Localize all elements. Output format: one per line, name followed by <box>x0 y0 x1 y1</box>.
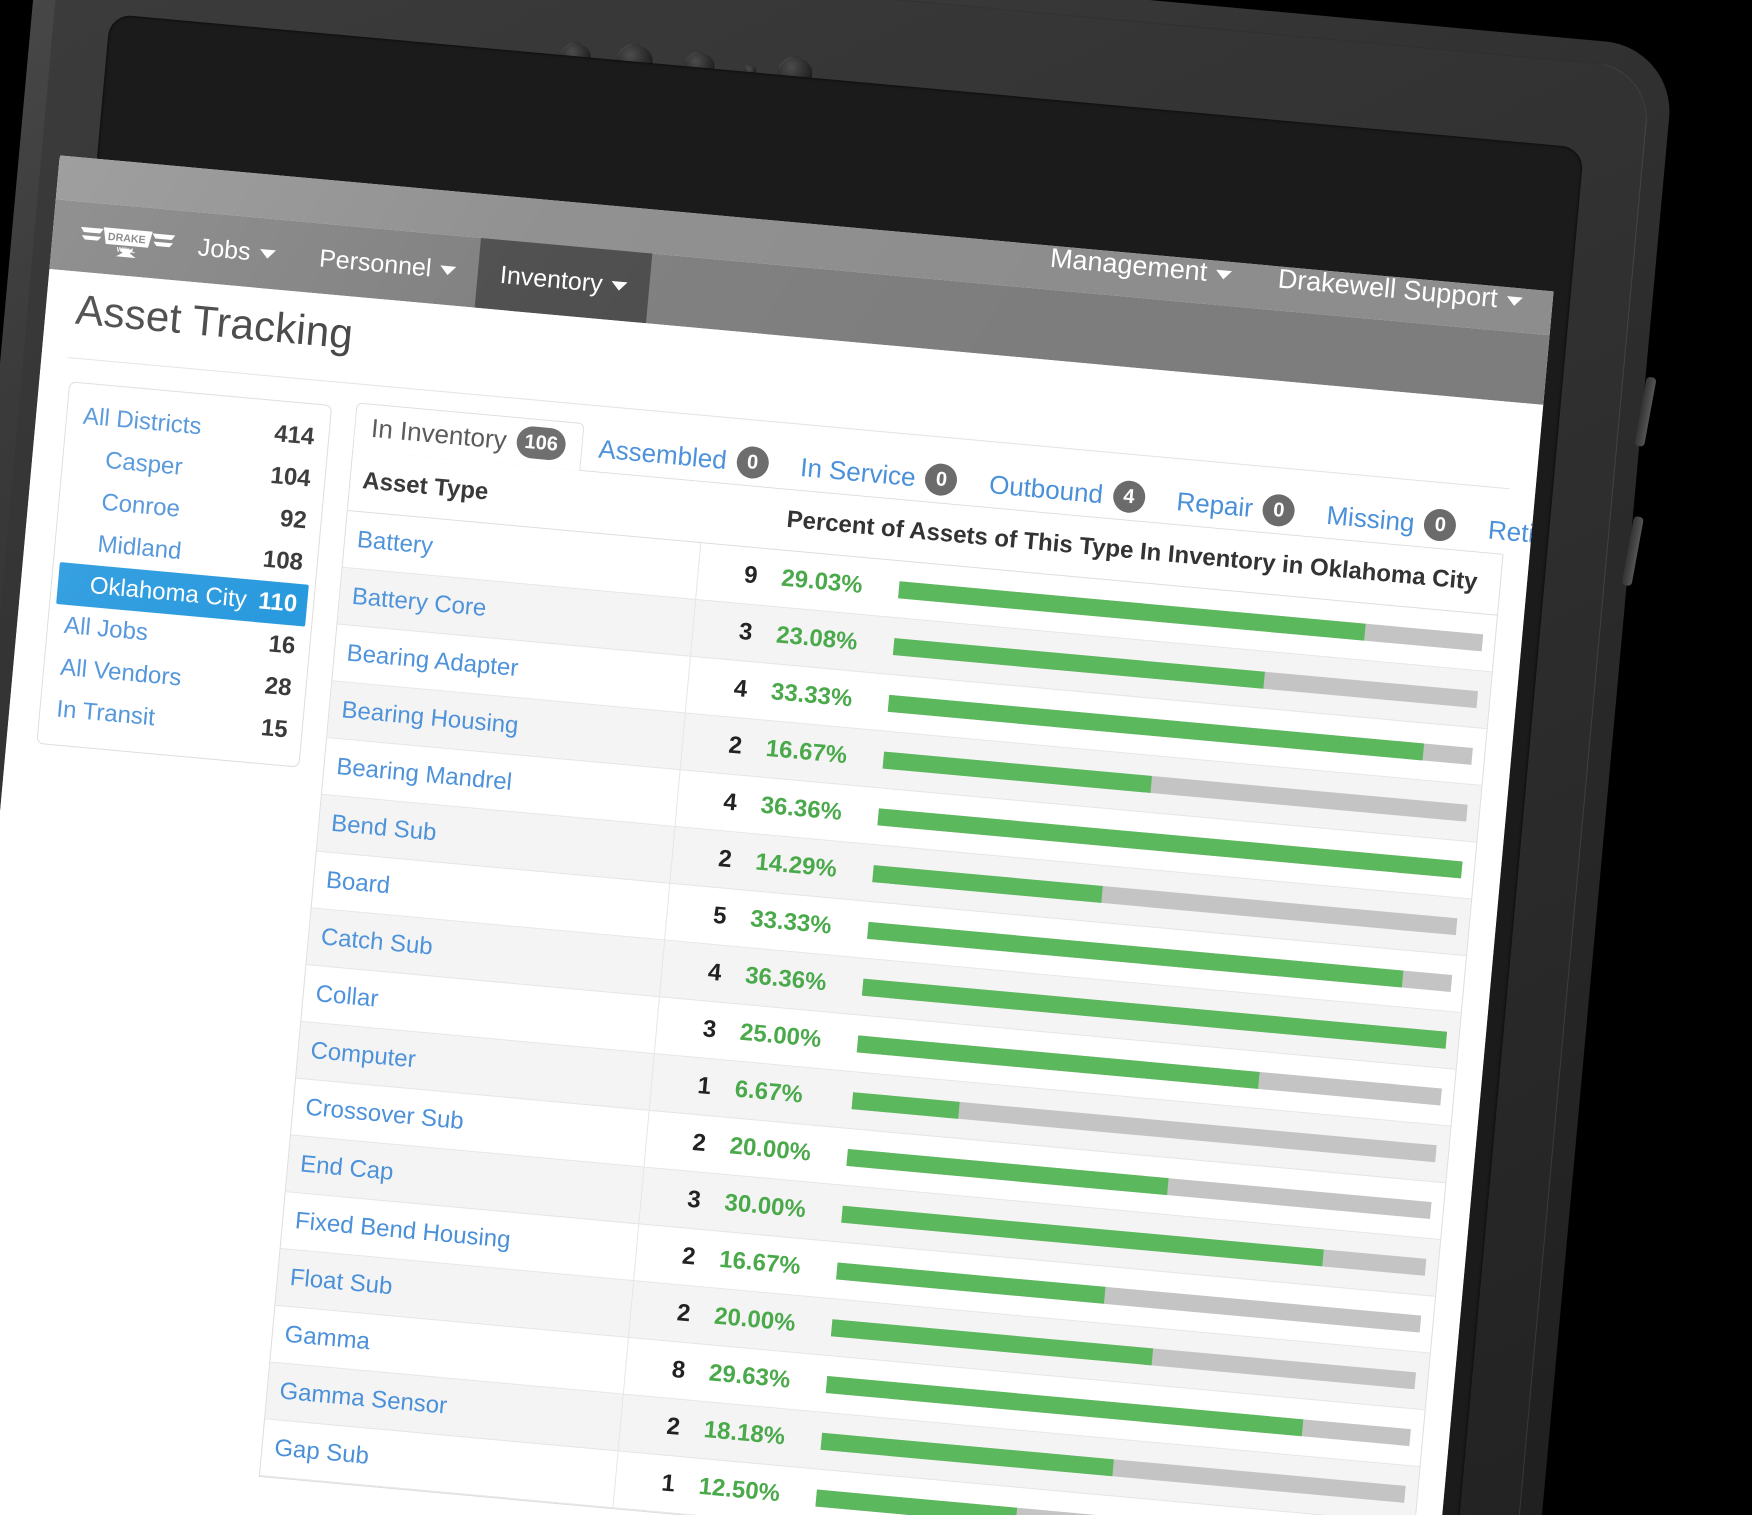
sidebar-item-label: All Jobs <box>62 611 150 647</box>
district-filter-panel: All Districts 414 Casper 104 Conroe 92 Midland… <box>36 381 333 768</box>
content-area: In Inventory 106 Assembled 0 In Service 0 Outb… <box>246 393 1555 1515</box>
sidebar-item-label: All Vendors <box>59 653 183 692</box>
sidebar-item-count: 92 <box>278 504 308 535</box>
percent-value: 20.00% <box>728 1132 813 1167</box>
asset-count: 3 <box>653 996 731 1061</box>
svg-text:WELL: WELL <box>116 246 135 255</box>
asset-count: 2 <box>633 1223 711 1288</box>
asset-table: Asset Type Percent of Assets of This Typ… <box>259 450 1503 1515</box>
percent-bar-fill <box>872 864 1104 903</box>
chevron-down-icon <box>259 248 276 259</box>
sidebar-item-count: 110 <box>257 587 299 618</box>
asset-count: 2 <box>617 1394 695 1458</box>
percent-value: 25.00% <box>738 1018 823 1054</box>
sidebar-item-label: Conroe <box>100 488 182 523</box>
sidebar-item-count: 15 <box>259 714 289 744</box>
percent-value: 36.36% <box>744 961 828 997</box>
percent-bar-fill <box>882 751 1152 793</box>
screenshot-stage: Management Drakewell Support DRAKE WELL … <box>0 0 1752 1515</box>
asset-count: 2 <box>627 1280 705 1344</box>
percent-value: 16.67% <box>764 734 849 770</box>
percent-value: 33.33% <box>769 678 854 713</box>
percent-bar-fill <box>851 1091 961 1119</box>
percent-bar-fill <box>836 1261 1106 1304</box>
volume-up-button[interactable] <box>1634 376 1657 447</box>
tab-label: In Service <box>799 451 917 492</box>
sidebar-item-count: 414 <box>273 420 316 451</box>
asset-table-body: Battery 9 29.03% Battery Core 3 23.08% Bearing… <box>259 510 1498 1515</box>
drakewell-logo[interactable]: DRAKE WELL <box>76 214 178 269</box>
page-body: Asset Tracking All Districts 414 Casper 104… <box>0 268 1555 1515</box>
percent-value: 20.00% <box>713 1302 797 1337</box>
percent-value: 30.00% <box>723 1189 807 1224</box>
sidebar-item-count: 16 <box>267 630 297 660</box>
tab-count-badge: 0 <box>735 445 771 480</box>
column-header-count[interactable] <box>700 482 778 550</box>
asset-table-container: Asset Type Percent of Assets of This Typ… <box>258 450 1504 1515</box>
asset-count: 1 <box>648 1053 726 1117</box>
tab-label: Retirement <box>1486 514 1556 556</box>
sidebar-item-label: Midland <box>96 530 183 566</box>
chevron-down-icon <box>1506 296 1523 307</box>
tab-label: Outbound <box>987 468 1105 509</box>
percent-bar-fill <box>830 1318 1154 1365</box>
sidebar-item-count: 108 <box>261 545 305 577</box>
tab-count-badge: 106 <box>515 425 568 462</box>
sidebar-item-count: 104 <box>269 461 312 493</box>
percent-bar-fill <box>815 1489 1018 1515</box>
percent-value: 29.03% <box>780 564 864 599</box>
asset-count: 2 <box>643 1110 721 1174</box>
chevron-down-icon <box>439 264 457 276</box>
percent-value: 6.67% <box>733 1075 804 1109</box>
percent-value: 12.50% <box>697 1472 782 1508</box>
percent-value: 16.67% <box>718 1245 802 1281</box>
volume-down-button[interactable] <box>1621 515 1644 587</box>
sidebar-item-label: In Transit <box>55 695 157 732</box>
asset-count: 4 <box>684 656 762 720</box>
nav-item-inventory-label: Inventory <box>498 260 604 298</box>
tab-label: In Inventory <box>370 412 509 455</box>
percent-bar-fill <box>820 1432 1114 1476</box>
asset-count: 2 <box>669 826 747 890</box>
sidebar-item-label: Casper <box>104 446 184 481</box>
asset-count: 5 <box>664 883 742 947</box>
nav-item-jobs[interactable]: Jobs <box>173 210 301 291</box>
tab-label: Assembled <box>597 433 729 475</box>
nav-item-jobs-label: Jobs <box>196 232 252 266</box>
tab-count-badge: 4 <box>1111 479 1147 515</box>
tab-count-badge: 0 <box>1261 493 1297 528</box>
sidebar-item-label: All Districts <box>81 402 203 441</box>
tablet-screen: Management Drakewell Support DRAKE WELL … <box>0 150 1613 1515</box>
percent-value: 33.33% <box>749 905 833 940</box>
percent-value: 18.18% <box>702 1416 787 1451</box>
tab-label: Repair <box>1175 485 1255 523</box>
percent-bar-fill <box>846 1148 1169 1195</box>
tab-label: Missing <box>1325 499 1416 538</box>
tab-count-badge: 0 <box>924 462 959 498</box>
nav-item-personnel-label: Personnel <box>318 243 433 283</box>
chevron-down-icon <box>1215 269 1233 281</box>
asset-count: 3 <box>638 1167 716 1231</box>
page-title: Asset Tracking <box>73 285 356 358</box>
asset-count: 1 <box>612 1450 690 1515</box>
asset-count: 9 <box>695 542 773 606</box>
asset-count: 8 <box>622 1337 700 1401</box>
percent-value: 23.08% <box>775 621 859 656</box>
asset-count: 2 <box>679 712 757 777</box>
chevron-down-icon <box>611 280 628 291</box>
asset-count: 3 <box>689 599 767 663</box>
asset-count: 4 <box>674 769 752 833</box>
percent-value: 36.36% <box>759 791 844 826</box>
tab-count-badge: 0 <box>1422 507 1458 543</box>
percent-value: 14.29% <box>754 848 838 883</box>
app-window: Management Drakewell Support DRAKE WELL … <box>0 150 1556 1515</box>
sidebar-item-count: 28 <box>263 672 293 702</box>
percent-value: 29.63% <box>707 1359 792 1394</box>
asset-count: 4 <box>658 939 736 1004</box>
